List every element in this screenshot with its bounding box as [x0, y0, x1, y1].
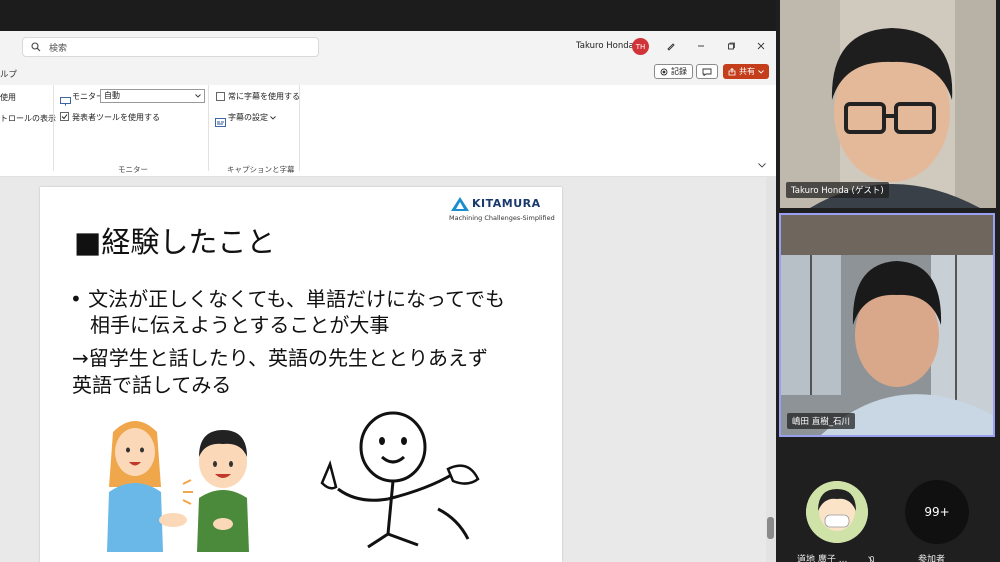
subtitle-settings-icon [215, 112, 226, 131]
mic-off-icon [868, 551, 876, 562]
stick-figure-illustration [320, 411, 480, 549]
pen-icon[interactable] [664, 39, 678, 53]
share-label: 共有 [739, 67, 755, 76]
ribbon: 使用 トロールの表示 モニター: 自動 発表者ツールを使用する モニター 常に字… [0, 85, 776, 177]
title-bar: 検索 Takuro Honda TH [0, 31, 776, 61]
slide-bullet-line-1: • 文法が正しくなくても、単語だけになってでも [70, 287, 505, 311]
participant-tile-shimada[interactable]: 嶋田 直樹_石川 [779, 213, 995, 437]
slide-title: ■経験したこと [74, 225, 276, 259]
top-dark-bar [0, 0, 778, 31]
share-icon [728, 67, 736, 75]
kitamura-logo-icon [451, 197, 469, 211]
monitor-value: 自動 [104, 91, 120, 100]
record-icon [660, 68, 668, 75]
search-icon [23, 42, 49, 52]
logo-tagline: Machining Challenges-Simplified [449, 214, 555, 222]
account-name[interactable]: Takuro Honda [576, 41, 634, 51]
slide: KITAMURA Machining Challenges-Simplified… [40, 187, 562, 562]
ribbon-divider [53, 85, 54, 171]
search-placeholder: 検索 [49, 43, 68, 54]
slide-bullet-line-2: 相手に伝えようとすることが大事 [90, 313, 390, 337]
slide-arrow-line-1: →留学生と話したり、英語の先生ととりあえず [72, 346, 488, 370]
collapse-ribbon-icon[interactable] [758, 163, 766, 168]
bottom-participant-name: 道地 廣子 ... [797, 555, 848, 562]
ribbon-divider [299, 85, 300, 171]
participant-name-tag: Takuro Honda (ゲスト) [786, 182, 889, 198]
conversation-illustration [107, 421, 249, 552]
close-icon[interactable] [754, 39, 768, 53]
chevron-down-icon [195, 94, 201, 98]
vertical-scrollbar[interactable] [766, 177, 776, 562]
participant-avatar-michichi[interactable] [806, 481, 868, 543]
participants-label: 参加者 [918, 555, 946, 562]
monitor-select[interactable]: 自動 [100, 89, 205, 103]
captions-group-label: キャプションと字幕 [227, 165, 295, 174]
more-participants-button[interactable]: 99+ [905, 480, 969, 544]
slide-arrow-line-2: 英語で話してみる [72, 373, 232, 397]
command-row: ルプ 記録 共有 [0, 61, 776, 85]
presenter-tools-checkbox[interactable] [60, 112, 69, 121]
slide-canvas: KITAMURA Machining Challenges-Simplified… [0, 177, 776, 562]
ribbon-divider [208, 85, 209, 171]
more-participants-count: 99+ [924, 505, 950, 519]
ribbon-left-item-2[interactable]: トロールの表示 [0, 113, 56, 124]
restore-icon[interactable] [724, 39, 738, 53]
search-box[interactable]: 検索 [22, 37, 319, 57]
logo-name: KITAMURA [472, 197, 541, 210]
always-subtitles-checkbox[interactable] [216, 92, 225, 101]
monitor-icon [60, 91, 71, 110]
chevron-down-icon [758, 69, 764, 74]
account-avatar[interactable]: TH [632, 38, 649, 55]
share-button[interactable]: 共有 [723, 64, 769, 79]
subtitle-settings-label[interactable]: 字幕の設定 [228, 112, 268, 123]
presenter-tools-label[interactable]: 発表者ツールを使用する [72, 112, 160, 123]
record-label: 記録 [671, 67, 687, 76]
record-button[interactable]: 記録 [654, 64, 693, 79]
monitor-group-label: モニター [118, 165, 148, 174]
scrollbar-thumb[interactable] [767, 517, 774, 539]
ribbon-left-item-1[interactable]: 使用 [0, 92, 16, 103]
participant-name-tag: 嶋田 直樹_石川 [787, 413, 855, 429]
comment-icon [702, 68, 712, 76]
participant-video [780, 0, 996, 208]
participant-tile-takuro[interactable]: Takuro Honda (ゲスト) [780, 0, 996, 208]
chevron-down-icon[interactable] [270, 116, 276, 120]
powerpoint-window: 検索 Takuro Honda TH ルプ 記録 共有 使用 トロールの表示 モ… [0, 31, 776, 562]
comments-button[interactable] [696, 64, 718, 79]
participant-video [781, 215, 993, 435]
avatar-image [806, 481, 868, 543]
always-subtitles-label[interactable]: 常に字幕を使用する [228, 91, 300, 102]
help-tab[interactable]: ルプ [0, 68, 17, 80]
minimize-icon[interactable] [694, 39, 708, 53]
